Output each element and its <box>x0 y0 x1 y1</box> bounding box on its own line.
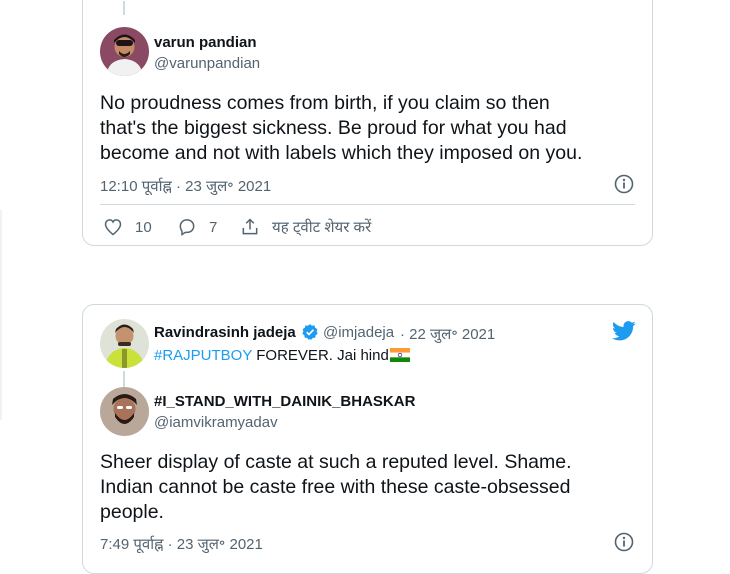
quoted-author-name[interactable]: Ravindrasinh jadeja <box>154 324 296 341</box>
reply-button[interactable]: 7 <box>177 217 217 237</box>
share-button[interactable]: यह ट्वीट शेयर करें <box>240 217 371 237</box>
share-label: यह ट्वीट शेयर करें <box>272 219 372 236</box>
hashtag-link[interactable]: #RAJPUTBOY <box>154 347 252 364</box>
tweet-timestamp[interactable]: 12:10 पूर्वाह्न · 23 जुल॰ 2021 <box>100 176 271 196</box>
author-name[interactable]: varun pandian <box>154 34 257 51</box>
verified-badge-icon <box>302 324 318 340</box>
tweet-text-line: Indian cannot be caste free with these c… <box>100 476 571 498</box>
tweet-card-2[interactable]: Ravindrasinh jadeja @imjadeja · 22 जुल॰ … <box>82 304 653 574</box>
tweet-text-line: No proudness comes from birth, if you cl… <box>100 92 550 114</box>
avatar-iamvikramyadav[interactable] <box>100 387 149 436</box>
quoted-tweet-text: #RAJPUTBOY FOREVER. Jai hind <box>154 347 410 364</box>
tweet-card-1[interactable]: varun pandian @varunpandian No proudness… <box>82 0 653 246</box>
quoted-text-rest: FOREVER. Jai hind <box>252 347 389 364</box>
avatar-imjadeja[interactable] <box>100 319 149 368</box>
reply-bubble-icon <box>179 219 195 236</box>
like-button[interactable]: 10 <box>103 217 152 237</box>
thread-line <box>123 1 125 15</box>
tweet-text: No proudness comes from birth, if you cl… <box>100 91 640 166</box>
author-name[interactable]: #I_STAND_WITH_DAINIK_BHASKAR <box>154 393 415 410</box>
avatar-varunpandian[interactable] <box>100 27 149 76</box>
heart-icon <box>104 219 122 236</box>
author-handle[interactable]: @varunpandian <box>154 55 260 72</box>
india-flag-icon <box>389 348 410 362</box>
like-count: 10 <box>135 218 152 236</box>
tweet-text-line: become and not with labels which they im… <box>100 142 583 164</box>
thread-line <box>123 371 125 387</box>
info-icon[interactable] <box>614 174 634 194</box>
page-edge-line <box>0 210 2 420</box>
twitter-bird-icon[interactable] <box>612 321 636 341</box>
tweet-text: Sheer display of caste at such a reputed… <box>100 450 640 525</box>
quoted-date[interactable]: · 22 जुल॰ 2021 <box>400 324 495 344</box>
info-icon[interactable] <box>614 532 634 552</box>
quoted-author-handle[interactable]: @imjadeja <box>323 324 394 341</box>
author-handle[interactable]: @iamvikramyadav <box>154 414 278 431</box>
share-icon <box>242 218 258 235</box>
tweet-timestamp[interactable]: 7:49 पूर्वाह्न · 23 जुल॰ 2021 <box>100 534 263 554</box>
divider <box>100 204 635 205</box>
tweet-text-line: Sheer display of caste at such a reputed… <box>100 451 572 473</box>
tweet-text-line: people. <box>100 501 164 523</box>
reply-count: 7 <box>209 218 218 236</box>
tweet-text-line: that's the biggest sickness. Be proud fo… <box>100 117 567 139</box>
